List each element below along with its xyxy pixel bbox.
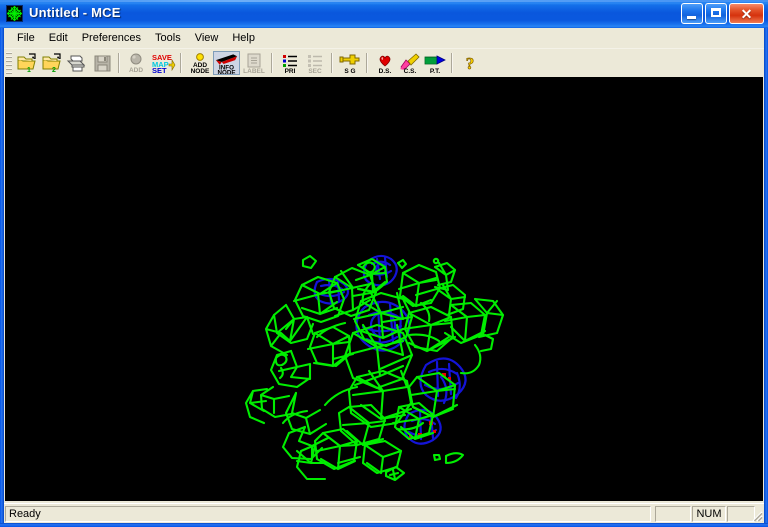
svg-text:S G: S G [344,68,355,74]
sg-button[interactable]: S G [337,51,362,75]
info-node-button[interactable]: INFO NODE [213,50,240,75]
svg-text:SEC: SEC [308,68,322,74]
svg-text:ADD: ADD [129,67,143,74]
close-button[interactable]: ✕ [729,3,764,24]
svg-text:C.S.: C.S. [403,68,416,74]
add-button: ADD [124,51,149,75]
label-button: LABEL [240,51,267,75]
svg-text:2: 2 [52,67,56,73]
mesh-icon[interactable] [6,5,23,22]
svg-text:P.T.: P.T. [429,68,440,74]
window-border-right [764,0,768,527]
electron-density-viewport[interactable] [5,77,763,501]
status-pane-num: NUM [692,506,726,522]
help-button[interactable]: ? [457,51,482,75]
svg-text:NODE: NODE [190,68,209,74]
minimize-icon [687,16,696,19]
toolbar-separator [118,52,120,73]
add-node-button[interactable]: ADD NODE [186,51,213,75]
svg-text:PRI: PRI [284,68,295,74]
canvas-background [5,77,763,501]
menu-bar: File Edit Preferences Tools View Help [4,28,764,48]
menu-tools[interactable]: Tools [148,30,188,47]
primary-list-button[interactable]: PRI [277,51,302,75]
toolbar-separator [451,52,453,73]
mce-application-window: Untitled - MCE ✕ File Edit Preferences T… [0,0,768,527]
pt-button[interactable]: P.T. [422,51,447,75]
menu-view[interactable]: View [188,30,226,47]
svg-text:NODE: NODE [217,69,235,73]
toolbar: 1 2 ADD SAVE MAP SET ADD NODE INFO NODE … [4,48,764,76]
toolbar-grip[interactable] [6,51,12,74]
open-map-1-button[interactable]: 1 [14,51,39,75]
maximize-icon [711,8,721,17]
save-map-set-button[interactable]: SAVE MAP SET [149,51,176,75]
resize-grip-icon[interactable] [749,508,763,522]
toolbar-separator [331,52,333,73]
window-border-bottom [0,523,768,527]
menu-preferences[interactable]: Preferences [75,30,148,47]
svg-text:D.S.: D.S. [378,68,391,74]
title-bar[interactable]: Untitled - MCE ✕ [0,0,768,28]
cs-button[interactable]: C.S. [397,51,422,75]
save-button [89,51,114,75]
density-mesh-render [5,77,763,501]
print-button[interactable] [64,51,89,75]
title-bar-highlight [0,0,768,2]
open-map-2-button[interactable]: 2 [39,51,64,75]
toolbar-separator [366,52,368,73]
svg-text:?: ? [465,54,474,73]
client-area: File Edit Preferences Tools View Help 1 [4,28,764,523]
svg-text:1: 1 [27,67,31,73]
menu-file[interactable]: File [10,30,42,47]
ds-button[interactable]: D.S. [372,51,397,75]
minimize-button[interactable] [681,3,703,24]
menu-edit[interactable]: Edit [42,30,75,47]
toolbar-separator [180,52,182,73]
status-bar: Ready NUM [4,503,764,523]
status-pane-a [655,506,691,522]
toolbar-separator [271,52,273,73]
close-icon: ✕ [740,5,753,22]
maximize-button[interactable] [705,3,727,24]
window-title: Untitled - MCE [29,5,121,20]
secondary-list-button: SEC [302,51,327,75]
svg-text:SET: SET [152,66,167,74]
status-message: Ready [5,506,651,522]
window-controls: ✕ [681,3,764,25]
menu-help[interactable]: Help [225,30,262,47]
svg-text:LABEL: LABEL [243,68,265,74]
